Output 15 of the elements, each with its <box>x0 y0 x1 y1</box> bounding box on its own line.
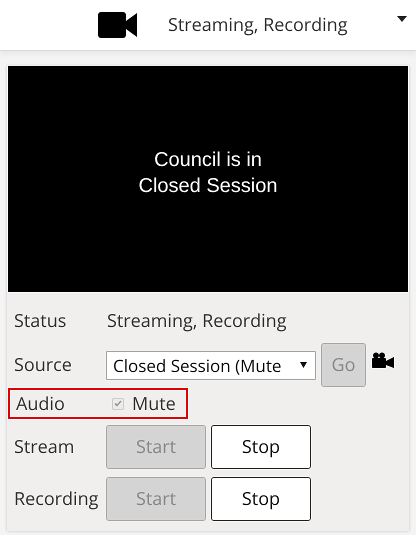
stop-button[interactable]: Stop <box>211 425 311 469</box>
audio-label: Audio <box>15 392 66 416</box>
stop-button[interactable]: Stop <box>211 477 311 521</box>
status-label: Status <box>13 309 68 333</box>
row-label: Stream <box>13 435 76 459</box>
row-label: Recording <box>13 487 100 511</box>
video-camera-icon[interactable] <box>372 352 394 368</box>
video-camera-icon[interactable] <box>98 12 138 38</box>
mute-label: Mute <box>132 392 176 416</box>
source-select[interactable]: Closed Session (Mute <box>106 350 316 380</box>
caret-icon[interactable] <box>299 361 309 369</box>
caret-icon[interactable] <box>396 16 406 22</box>
video-message: Council is in Closed Session <box>138 148 278 199</box>
source-label: Source <box>13 353 73 377</box>
status-value: Streaming, Recording <box>106 309 288 333</box>
